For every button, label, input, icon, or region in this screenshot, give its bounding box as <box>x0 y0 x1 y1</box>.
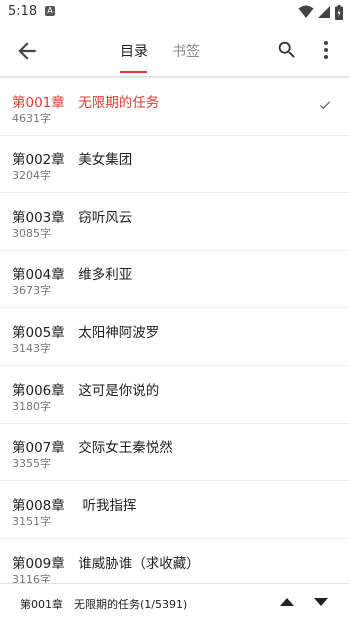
chapter-title: 第002章 美女集团 <box>12 152 133 168</box>
search-icon[interactable] <box>276 39 298 61</box>
tab-toc[interactable]: 目录 <box>120 41 148 61</box>
chapter-word-count: 4631字 <box>12 112 51 125</box>
current-chapter-indicator[interactable]: 第001章 无限期的任务(1/5391) <box>20 596 187 612</box>
divider <box>0 480 349 481</box>
triangle-down-icon[interactable] <box>313 596 329 608</box>
tab-bookmarks[interactable]: 书签 <box>172 41 200 61</box>
divider <box>0 538 349 539</box>
chapter-row-8[interactable]: 第008章 听我指挥 3151字 <box>0 482 349 539</box>
chapter-word-count: 3085字 <box>12 227 51 240</box>
chapter-word-count: 3180字 <box>12 400 51 413</box>
status-icons <box>298 4 343 20</box>
chapter-row-5[interactable]: 第005章 太阳神阿波罗 3143字 <box>0 309 349 366</box>
divider <box>0 192 349 193</box>
chapter-row-6[interactable]: 第006章 这可是你说的 3180字 <box>0 367 349 424</box>
divider <box>0 365 349 366</box>
chapter-title: 第008章 听我指挥 <box>12 498 137 514</box>
chapter-list[interactable]: 第001章 无限期的任务 4631字 第002章 美女集团 3204字 第003… <box>0 79 349 583</box>
tab-indicator <box>120 71 147 73</box>
bottom-bar: 第001章 无限期的任务(1/5391) <box>0 583 349 621</box>
check-icon <box>319 101 331 110</box>
chapter-title: 第005章 太阳神阿波罗 <box>12 325 160 341</box>
chapter-title: 第009章 谁威胁谁（求收藏） <box>12 556 200 572</box>
status-bar: 5:18 A <box>0 0 349 24</box>
toolbar: 目录 书签 <box>0 24 349 76</box>
status-time: 5:18 <box>8 4 38 19</box>
more-vert-icon[interactable] <box>320 39 332 61</box>
chapter-word-count: 3143字 <box>12 342 51 355</box>
chapter-row-3[interactable]: 第003章 窃听风云 3085字 <box>0 194 349 251</box>
chapter-title: 第007章 交际女王秦悦然 <box>12 440 173 456</box>
chapter-title: 第004章 维多利亚 <box>12 267 133 283</box>
chapter-word-count: 3355字 <box>12 457 51 470</box>
wifi-icon <box>298 5 314 18</box>
chapter-word-count: 3151字 <box>12 515 51 528</box>
chapter-word-count: 3204字 <box>12 169 51 182</box>
chapter-word-count: 3673字 <box>12 284 51 297</box>
chapter-title: 第003章 窃听风云 <box>12 210 133 226</box>
arrow-left-icon[interactable] <box>14 38 40 64</box>
chapter-row-1[interactable]: 第001章 无限期的任务 4631字 <box>0 79 349 136</box>
chapter-row-9[interactable]: 第009章 谁威胁谁（求收藏） 3116字 <box>0 540 349 583</box>
chapter-row-2[interactable]: 第002章 美女集团 3204字 <box>0 136 349 193</box>
battery-icon <box>335 4 343 20</box>
chapter-title: 第001章 无限期的任务 <box>12 95 160 111</box>
chapter-row-4[interactable]: 第004章 维多利亚 3673字 <box>0 251 349 308</box>
divider <box>0 307 349 308</box>
chapter-row-7[interactable]: 第007章 交际女王秦悦然 3355字 <box>0 424 349 481</box>
signal-icon <box>318 6 330 18</box>
triangle-up-icon[interactable] <box>279 596 295 608</box>
notification-icon: A <box>45 6 55 16</box>
chapter-word-count: 3116字 <box>12 573 51 583</box>
chapter-title: 第006章 这可是你说的 <box>12 383 160 399</box>
